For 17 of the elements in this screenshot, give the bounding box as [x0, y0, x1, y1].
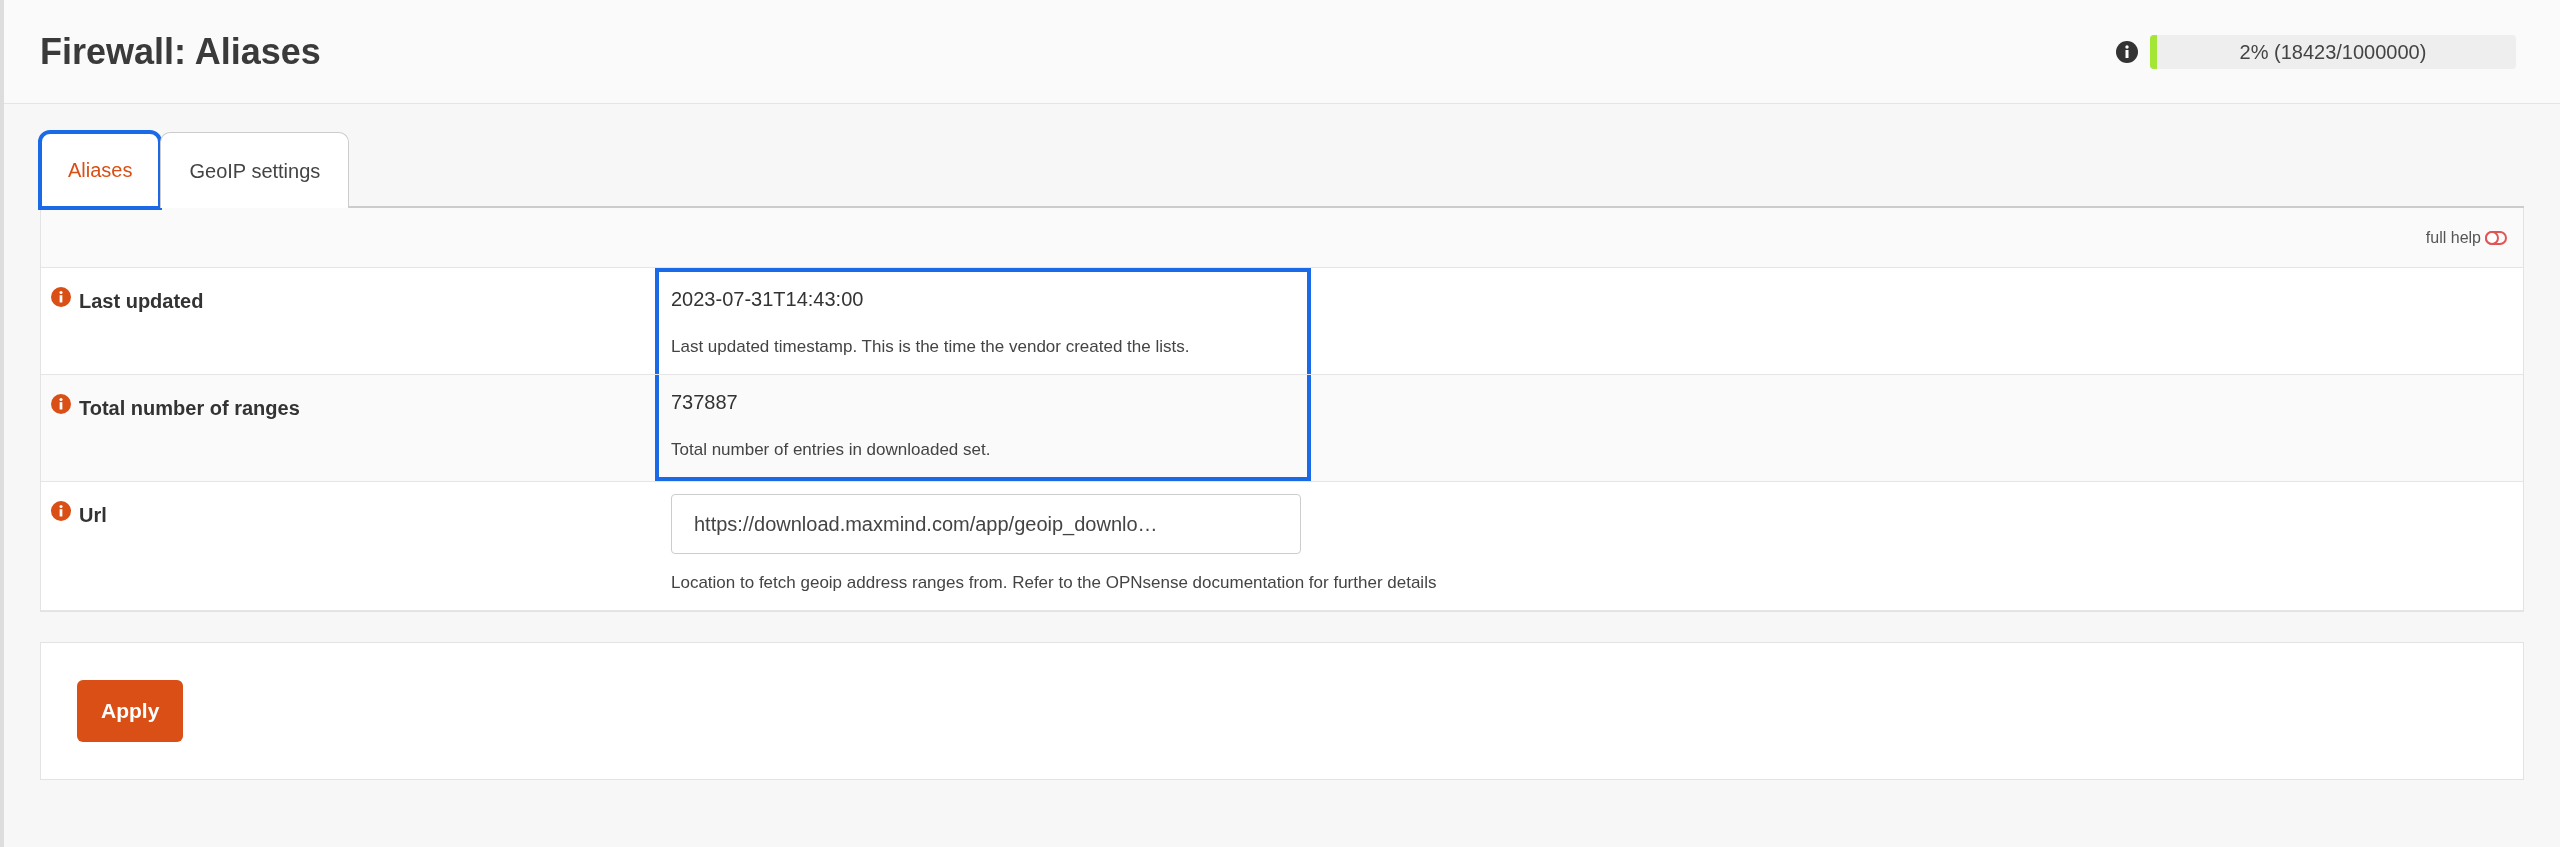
apply-button[interactable]: Apply — [77, 680, 184, 742]
help-text: Last updated timestamp. This is the time the vendor created the lists. — [671, 336, 1191, 358]
tab[interactable]: GeoIP settings — [160, 132, 350, 208]
usage-reading: 2% (18423/1000000) — [2239, 39, 2427, 65]
field-value: 737887 — [671, 390, 739, 415]
full-help-label: full help — [2425, 227, 2481, 248]
field-label: Total number of ranges — [79, 396, 300, 421]
tab[interactable]: Aliases — [40, 132, 161, 208]
info-icon[interactable] — [2116, 40, 2138, 63]
url-input[interactable]: https://download.maxmind.com/app/geoip_downlo… — [671, 494, 1301, 554]
field-value: 2023-07-31T14:43:00 — [671, 287, 865, 312]
field-label: Last updated — [79, 289, 204, 314]
page-title: Firewall: Aliases — [40, 29, 321, 74]
full-help-toggle[interactable] — [2485, 230, 2507, 245]
help-text: Total number of entries in downloaded set. — [671, 439, 992, 461]
field-label: Url — [79, 503, 107, 528]
help-text: Location to fetch geoip address ranges from. Refer to the OPNsense documentation for further details — [671, 572, 1438, 594]
